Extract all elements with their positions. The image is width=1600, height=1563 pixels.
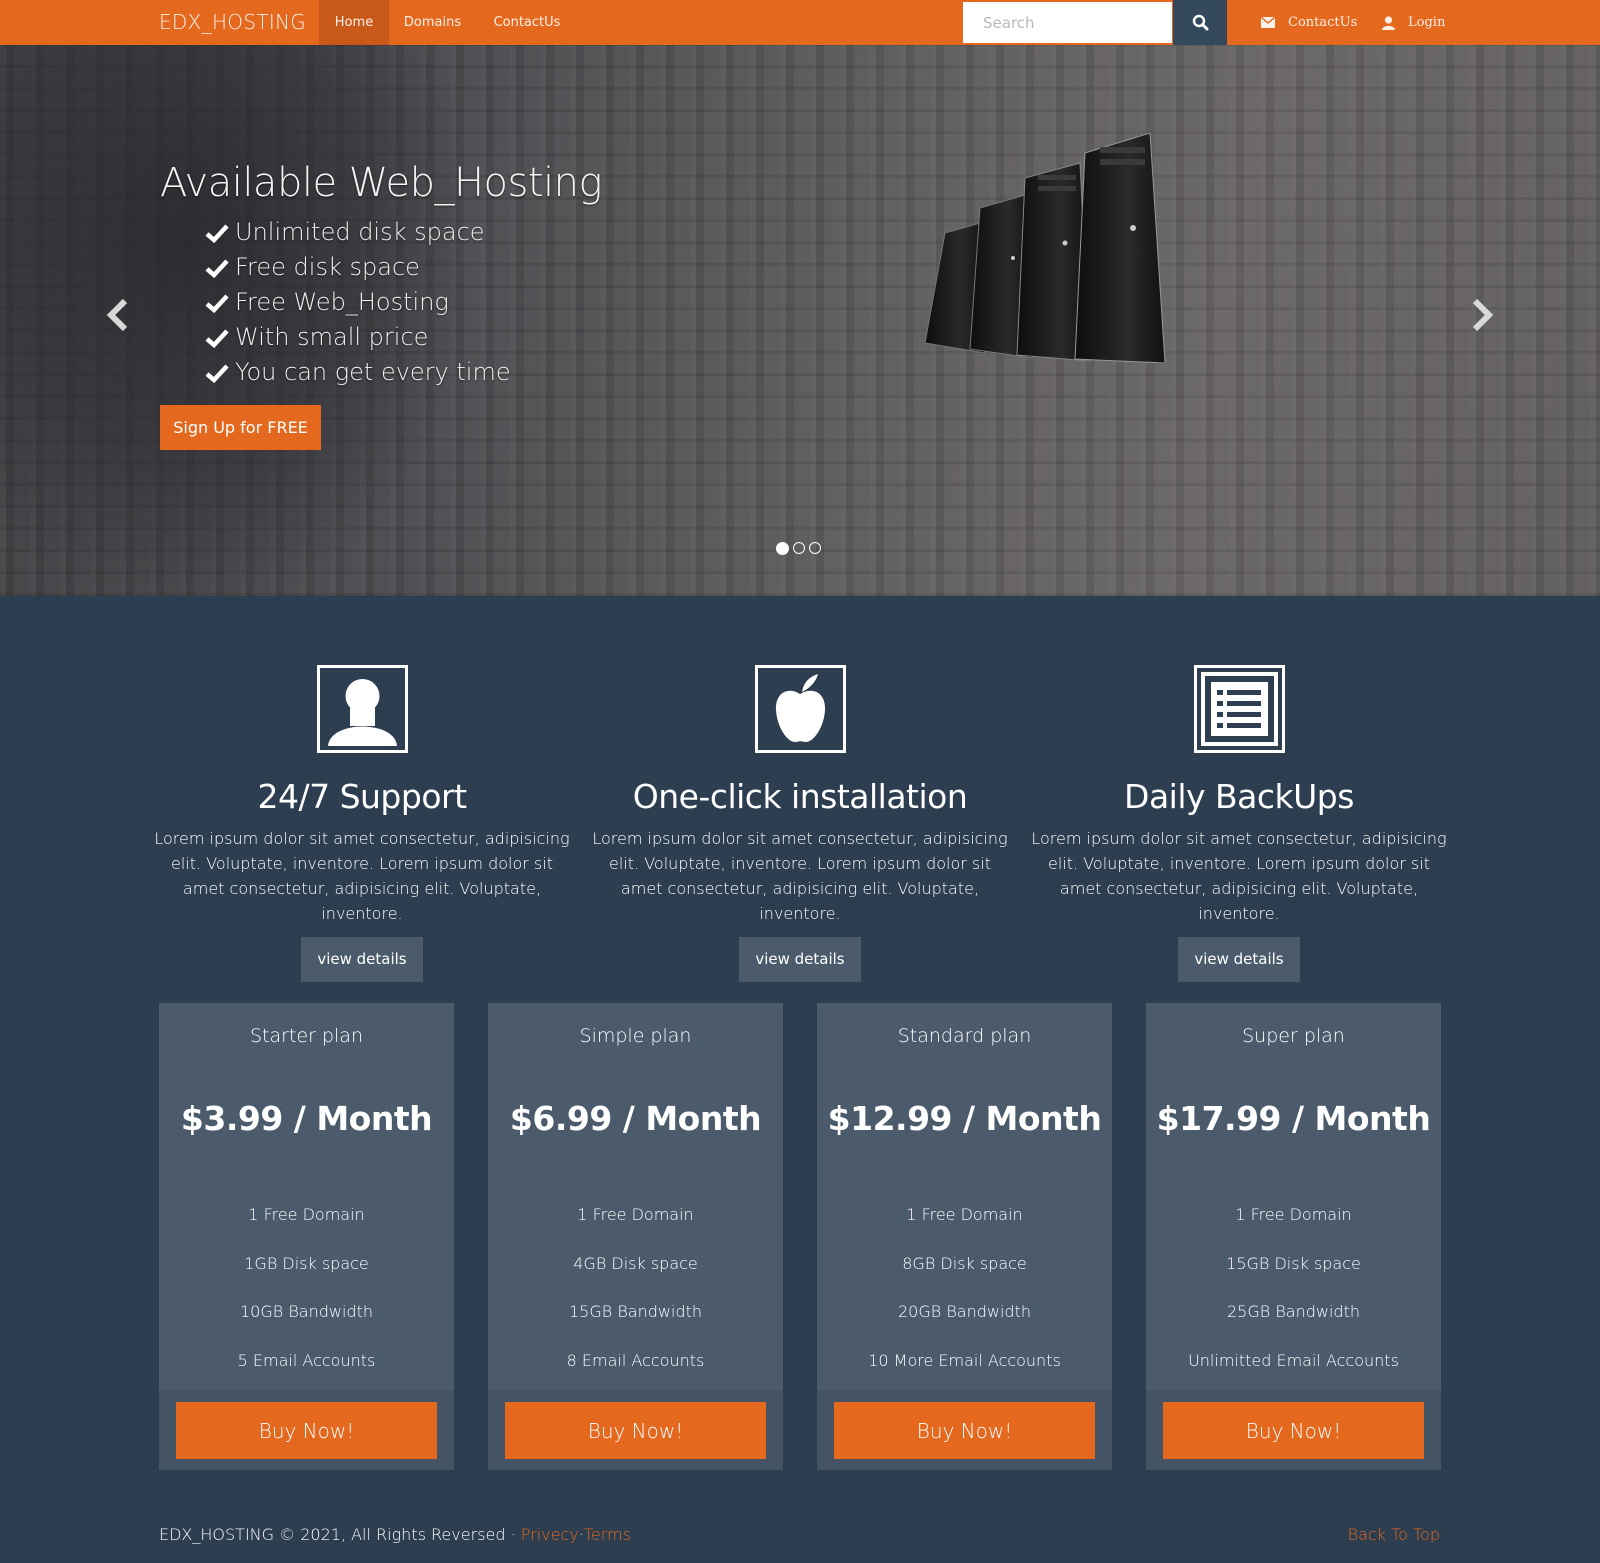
buy-now-button[interactable]: Buy Now!	[176, 1402, 437, 1459]
feature-title: 24/7 Support	[257, 777, 467, 816]
search-input[interactable]	[962, 1, 1173, 44]
plan-card-simple: Simple plan $6.99 / Month 1 Free Domain …	[488, 1003, 783, 1470]
plan-name: Standard plan	[897, 1025, 1032, 1047]
plan-card-standard: Standard plan $12.99 / Month 1 Free Doma…	[817, 1003, 1112, 1470]
plan-feature: 1 Free Domain	[248, 1205, 365, 1224]
plan-feature: 10 More Email Accounts	[868, 1350, 1061, 1370]
carousel-indicators	[776, 542, 821, 555]
carousel-next-button[interactable]	[1462, 295, 1502, 335]
plan-footer: Buy Now!	[817, 1390, 1112, 1470]
buy-now-button[interactable]: Buy Now!	[1163, 1402, 1424, 1459]
view-details-button[interactable]: view details	[1178, 937, 1300, 982]
nav-link-contactus[interactable]: ContactUs	[476, 0, 578, 45]
carousel-indicator[interactable]	[793, 542, 805, 554]
check-icon	[205, 293, 229, 313]
plan-footer: Buy Now!	[159, 1390, 454, 1470]
plan-price: $3.99 / Month	[180, 1099, 433, 1138]
feature-description: Lorem ipsum dolor sit amet consectetur, …	[1031, 829, 1447, 923]
nav-link-domains[interactable]: Domains	[389, 0, 476, 45]
plan-feature: 15GB Disk space	[1226, 1253, 1361, 1273]
nav-login-label: Login	[1408, 15, 1446, 30]
plan-feature: 8GB Disk space	[902, 1253, 1027, 1273]
buy-now-button[interactable]: Buy Now!	[834, 1402, 1095, 1459]
buy-now-button[interactable]: Buy Now!	[505, 1402, 766, 1459]
plan-feature: 10GB Bandwidth	[240, 1302, 373, 1321]
plan-name: Super plan	[1242, 1025, 1345, 1047]
plan-name: Starter plan	[250, 1025, 363, 1047]
plan-feature: 1 Free Domain	[577, 1205, 694, 1224]
plan-feature: 8 Email Accounts	[566, 1350, 705, 1370]
feature-support: 24/7 Support Lorem ipsum dolor sit amet …	[152, 665, 572, 982]
envelope-icon	[1261, 17, 1275, 28]
feature-title: Daily BackUps	[1124, 777, 1354, 816]
carousel-indicator[interactable]	[776, 542, 789, 555]
plan-feature-list: 1 Free Domain 1GB Disk space 10GB Bandwi…	[159, 1191, 454, 1385]
terms-link[interactable]: Terms	[584, 1525, 631, 1544]
plan-feature: 1 Free Domain	[1235, 1205, 1352, 1224]
plan-name: Simple plan	[579, 1025, 692, 1047]
brand-logo[interactable]: EDX_HOSTING	[159, 0, 306, 45]
hero-carousel: Available Web_Hosting Unlimited disk spa…	[0, 45, 1600, 596]
plan-feature: Unlimitted Email Accounts	[1188, 1350, 1399, 1370]
hero-feature-item: Unlimited disk space	[205, 215, 511, 250]
hero-feature-item: You can get every time	[205, 355, 511, 390]
plan-price: $17.99 / Month	[1156, 1099, 1431, 1138]
nav-contactus-link[interactable]: ContactUs	[1261, 0, 1357, 45]
nav-contactus-label: ContactUs	[1288, 15, 1358, 30]
check-icon	[205, 363, 229, 383]
signup-button[interactable]: Sign Up for FREE	[160, 405, 321, 450]
back-to-top-link[interactable]: Back To Top	[1348, 1525, 1440, 1544]
plan-feature: 4GB Disk space	[573, 1253, 698, 1273]
privacy-link[interactable]: Privecy	[521, 1525, 579, 1544]
plan-footer: Buy Now!	[1146, 1390, 1441, 1470]
footer-copyright: EDX_HOSTING © 2021, All Rights Reversed …	[159, 1525, 631, 1544]
plan-feature: 5 Email Accounts	[237, 1350, 376, 1370]
hero-feature-list: Unlimited disk space Free disk space Fre…	[205, 215, 511, 390]
servers-image	[925, 133, 1166, 363]
search-icon	[1192, 14, 1208, 31]
hero-feature-item: Free Web_Hosting	[205, 285, 511, 320]
plan-price: $6.99 / Month	[509, 1099, 762, 1138]
chevron-right-icon	[1472, 298, 1494, 332]
hero-feature-item: With small price	[205, 320, 511, 355]
feature-description: Lorem ipsum dolor sit amet consectetur, …	[154, 829, 570, 923]
carousel-indicator[interactable]	[809, 542, 821, 554]
plan-feature-list: 1 Free Domain 8GB Disk space 20GB Bandwi…	[817, 1191, 1112, 1385]
user-icon	[1382, 15, 1395, 30]
hero-title: Available Web_Hosting	[160, 160, 603, 206]
search-button[interactable]	[1173, 0, 1227, 45]
carousel-prev-button[interactable]	[98, 295, 138, 335]
check-icon	[205, 258, 229, 278]
plan-feature-list: 1 Free Domain 15GB Disk space 25GB Bandw…	[1146, 1191, 1441, 1385]
nav-login-link[interactable]: Login	[1382, 0, 1445, 45]
feature-description: Lorem ipsum dolor sit amet consectetur, …	[592, 829, 1008, 923]
plan-feature: 1GB Disk space	[244, 1253, 369, 1273]
copyright-text: EDX_HOSTING © 2021, All Rights Reversed …	[159, 1525, 521, 1544]
user-portrait-icon	[316, 665, 408, 753]
apple-icon	[754, 665, 846, 753]
plan-feature: 20GB Bandwidth	[898, 1302, 1031, 1321]
feature-title: One-click installation	[632, 777, 968, 816]
plan-price: $12.99 / Month	[827, 1099, 1102, 1138]
hero-feature-item: Free disk space	[205, 250, 511, 285]
view-details-button[interactable]: view details	[739, 937, 861, 982]
list-icon	[1193, 665, 1285, 753]
plan-card-super: Super plan $17.99 / Month 1 Free Domain …	[1146, 1003, 1441, 1470]
plan-card-starter: Starter plan $3.99 / Month 1 Free Domain…	[159, 1003, 454, 1470]
plan-feature-list: 1 Free Domain 4GB Disk space 15GB Bandwi…	[488, 1191, 783, 1385]
check-icon	[205, 328, 229, 348]
navbar: EDX_HOSTING Home Domains ContactUs Conta…	[0, 0, 1600, 45]
check-icon	[205, 223, 229, 243]
plan-feature: 15GB Bandwidth	[569, 1302, 702, 1321]
plan-feature: 1 Free Domain	[906, 1205, 1023, 1224]
plan-feature: 25GB Bandwidth	[1227, 1302, 1360, 1321]
chevron-left-icon	[106, 298, 128, 332]
plan-footer: Buy Now!	[488, 1390, 783, 1470]
feature-installation: One-click installation Lorem ipsum dolor…	[590, 665, 1010, 982]
feature-backups: Daily BackUps Lorem ipsum dolor sit amet…	[1029, 665, 1449, 982]
nav-link-home[interactable]: Home	[319, 0, 389, 45]
view-details-button[interactable]: view details	[301, 937, 423, 982]
